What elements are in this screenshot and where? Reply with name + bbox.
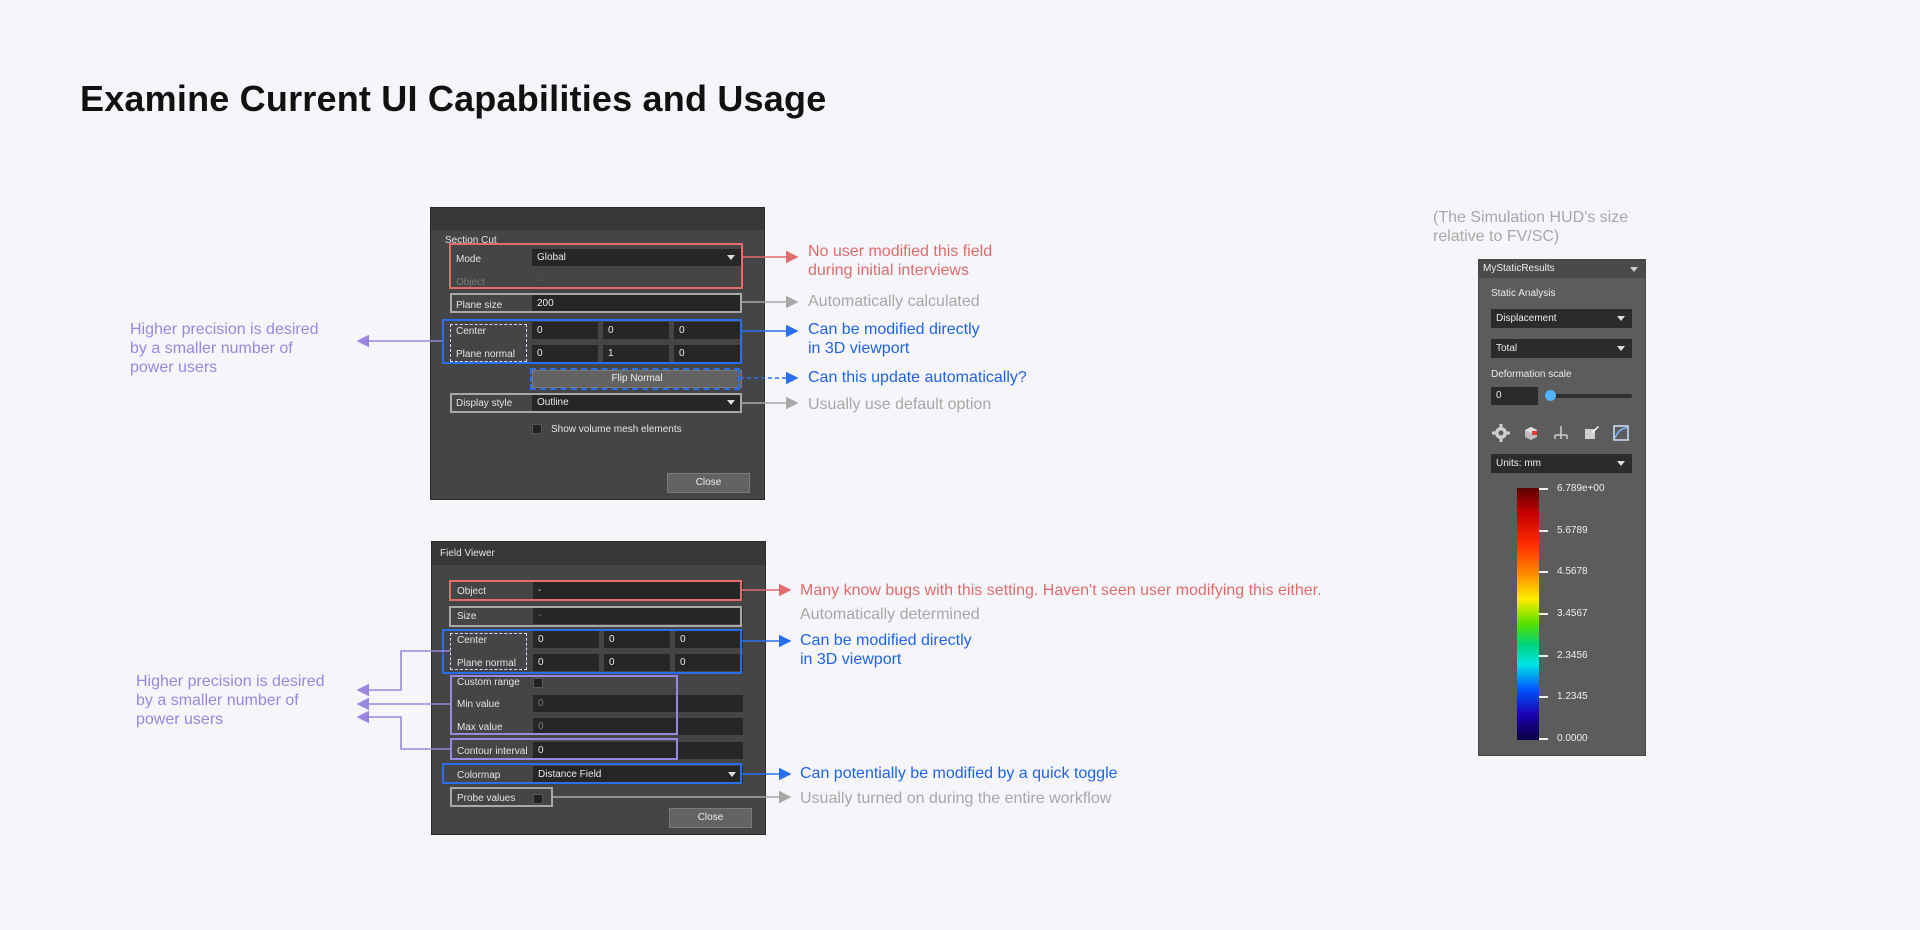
sc-flip-note: Can this update automatically? — [808, 369, 1027, 386]
hud-section-label: Static Analysis — [1491, 288, 1556, 299]
legend-tick-mark — [1539, 696, 1548, 699]
legend-tick-label: 0.0000 — [1557, 733, 1588, 744]
units-dropdown[interactable]: Units: mm — [1491, 454, 1632, 473]
note-line: Can be modified directly — [808, 321, 980, 338]
note-line: Higher precision is desired — [136, 673, 325, 690]
fv-precision-arrow-3 — [356, 710, 450, 750]
hud-title: MyStaticResults — [1483, 263, 1555, 274]
note-line: power users — [130, 359, 218, 376]
note-line: Can be modified directly — [800, 632, 972, 649]
note-line: relative to FV/SC) — [1433, 228, 1560, 245]
chevron-down-icon — [1617, 346, 1625, 351]
component-dropdown[interactable]: Total — [1491, 339, 1632, 358]
simulation-hud: MyStaticResults Static Analysis Displace… — [1478, 259, 1646, 756]
legend-tick-mark — [1539, 529, 1548, 532]
deformation-input[interactable]: 0 — [1491, 387, 1538, 405]
tree-icon[interactable] — [1551, 423, 1571, 443]
chevron-down-icon — [1617, 461, 1625, 466]
hud-header[interactable]: MyStaticResults — [1479, 260, 1645, 278]
result-type-dropdown[interactable]: Displacement — [1491, 309, 1632, 328]
legend-tick-label: 4.5678 — [1557, 566, 1588, 578]
component-value: Total — [1496, 343, 1518, 354]
sc-size-note: Automatically calculated — [808, 293, 980, 310]
sc-display-note: Usually use default option — [808, 396, 992, 413]
fv-precision-note: Higher precision is desired by a smaller… — [136, 672, 325, 729]
note-line: in 3D viewport — [800, 651, 902, 668]
legend-tick-mark — [1539, 654, 1548, 657]
chart-icon[interactable] — [1611, 423, 1631, 443]
note-line: Higher precision is desired — [130, 321, 319, 338]
legend-tick-label: 2.3456 — [1557, 649, 1588, 661]
units-value: Units: mm — [1496, 458, 1541, 469]
color-legend-bar — [1517, 488, 1539, 740]
chevron-down-icon — [1617, 316, 1625, 321]
deformation-slider-track[interactable] — [1547, 394, 1632, 398]
cube-icon[interactable] — [1521, 423, 1541, 443]
legend-tick-mark — [1539, 571, 1548, 574]
sc-precision-note: Higher precision is desired by a smaller… — [130, 320, 319, 377]
chevron-down-icon[interactable] — [1630, 267, 1638, 272]
legend-tick-mark — [1539, 613, 1548, 615]
note-line: during initial interviews — [808, 262, 969, 279]
fv-probe-note: Usually turned on during the entire work… — [800, 790, 1112, 807]
note-line: by a smaller number of — [136, 692, 299, 709]
legend-tick-label: 3.4567 — [1557, 608, 1588, 619]
result-type-value: Displacement — [1496, 313, 1557, 324]
legend-tick-mark — [1539, 488, 1548, 490]
legend-tick-label: 5.6789 — [1557, 524, 1588, 536]
note-line: No user modified this field — [808, 243, 993, 260]
legend-tick-mark — [1539, 738, 1548, 740]
note-line: by a smaller number of — [130, 340, 293, 357]
fv-center-note: Can be modified directly in 3D viewport — [800, 631, 972, 669]
deformation-slider-handle[interactable] — [1545, 390, 1556, 401]
gear-icon[interactable] — [1491, 423, 1511, 443]
fv-size-note: Automatically determined — [800, 606, 980, 623]
edit-icon[interactable] — [1581, 423, 1601, 443]
sc-mode-note: No user modified this field during initi… — [808, 242, 992, 280]
note-line: power users — [136, 711, 224, 728]
legend-tick-label: 6.789e+00 — [1557, 483, 1605, 494]
hud-size-note: (The Simulation HUD's size relative to F… — [1433, 208, 1628, 246]
note-line: in 3D viewport — [808, 340, 910, 357]
deformation-label: Deformation scale — [1491, 369, 1572, 380]
sc-center-note: Can be modified directly in 3D viewport — [808, 320, 980, 358]
fv-object-note: Many know bugs with this setting. Haven'… — [800, 582, 1322, 599]
fv-precision-arrow-1 — [356, 650, 450, 697]
fv-colormap-note: Can potentially be modified by a quick t… — [800, 765, 1118, 782]
note-line: (The Simulation HUD's size — [1433, 209, 1629, 226]
legend-tick-label: 1.2345 — [1557, 691, 1588, 703]
